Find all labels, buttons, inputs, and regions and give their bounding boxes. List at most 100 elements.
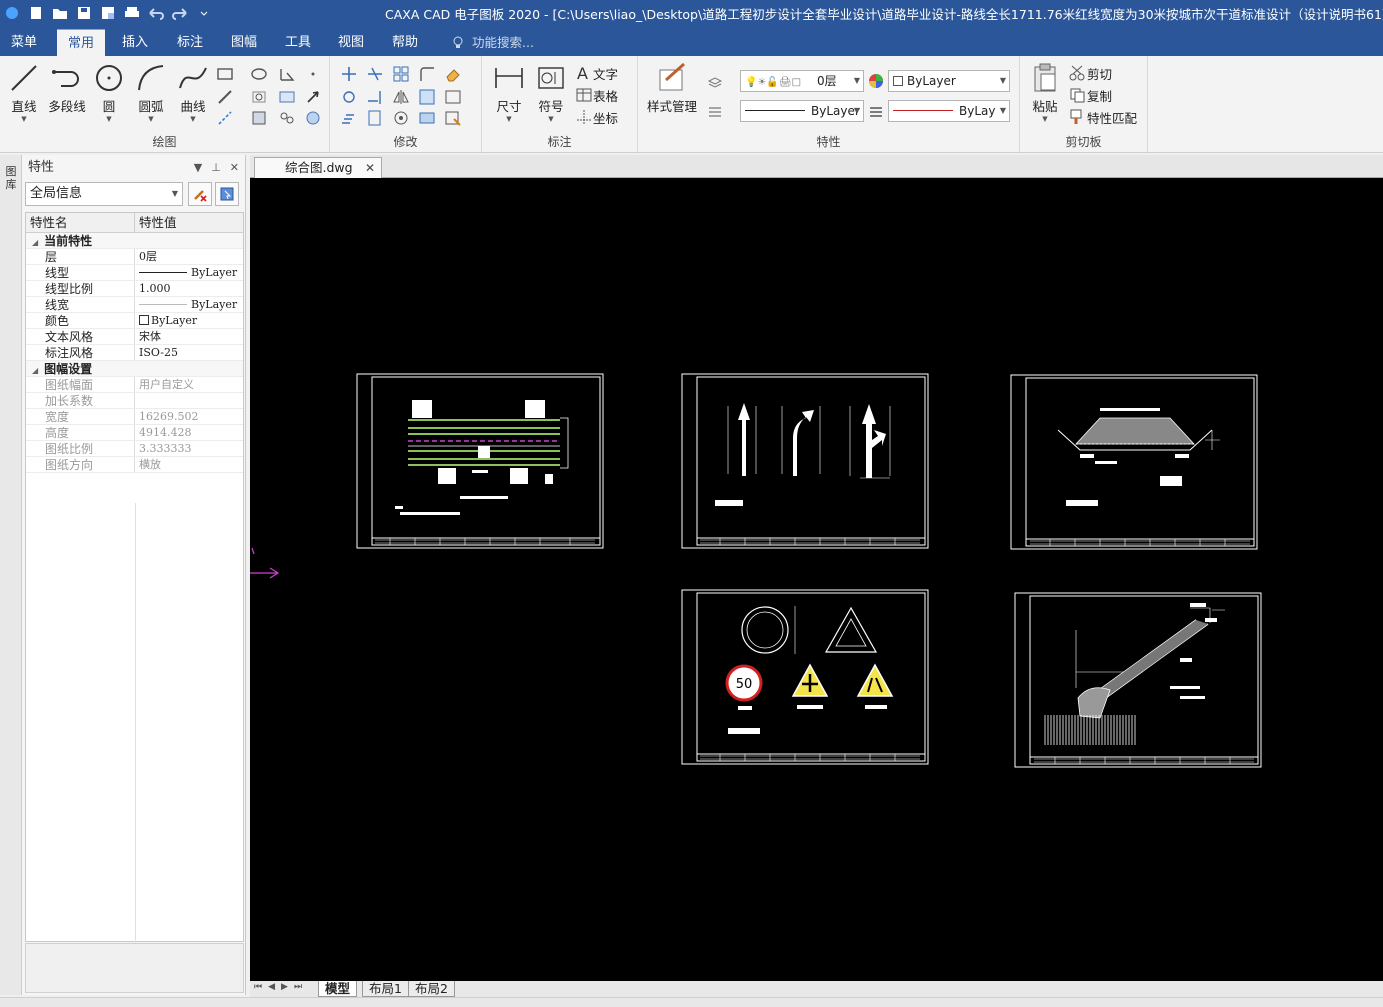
fillet-icon[interactable] [418, 65, 436, 83]
tab-common[interactable]: 常用 [57, 29, 106, 56]
coordinate-icon[interactable] [575, 108, 593, 126]
drawing-sheet-arrow-markings[interactable] [681, 373, 929, 549]
hatch-icon[interactable] [278, 88, 296, 106]
scope-combo[interactable]: 全局信息 ▼ [25, 182, 183, 206]
scissors-icon[interactable] [1068, 64, 1086, 82]
break-icon[interactable] [366, 109, 384, 127]
style-manager-button[interactable]: 样式管理 [644, 62, 700, 115]
library-tab[interactable]: 图库 [3, 165, 19, 191]
ellipse-icon[interactable] [250, 65, 268, 83]
table-button-label[interactable]: 表格 [593, 86, 618, 105]
match-properties-icon[interactable] [1068, 108, 1086, 126]
prop-row[interactable]: 线型比例 1.000 [26, 281, 243, 297]
copy-object-icon[interactable] [340, 109, 358, 127]
mirror-icon[interactable] [392, 88, 410, 106]
drawing-sheet-plan[interactable] [356, 373, 604, 549]
offset-icon[interactable] [418, 109, 436, 127]
prop-row[interactable]: 图纸比例 3.333333 [26, 441, 243, 457]
trim-icon[interactable] [366, 65, 384, 83]
prop-row[interactable]: 宽度 16269.502 [26, 409, 243, 425]
linetype-tools-icon[interactable] [706, 102, 724, 120]
polyline-button[interactable]: 多段线 [44, 62, 90, 115]
color-combo[interactable]: ByLayer ▼ [888, 70, 1010, 92]
print-icon[interactable] [122, 3, 142, 23]
circle-button[interactable]: 圆 ▼ [88, 62, 130, 123]
symbol-button[interactable]: 符号 ▼ [530, 62, 572, 123]
cloud-line-icon[interactable] [278, 109, 296, 127]
leader-arrow-icon[interactable] [304, 88, 322, 106]
category-sheet[interactable]: ◢ 图幅设置 [26, 361, 243, 377]
category-current[interactable]: ◢ 当前特性 [26, 233, 243, 249]
tab-insert[interactable]: 插入 [111, 29, 159, 56]
centerline-icon[interactable] [216, 109, 234, 127]
curve-button[interactable]: 曲线 ▼ [172, 62, 214, 123]
document-tab[interactable]: 综合图.dwg ✕ [254, 157, 382, 178]
explode-icon[interactable] [444, 109, 462, 127]
tab-annotate[interactable]: 标注 [166, 29, 214, 56]
lineweight-combo[interactable]: ByLay ▼ [888, 100, 1010, 122]
scale-icon[interactable] [418, 88, 436, 106]
drawing-sheet-cross-section[interactable] [1010, 374, 1258, 550]
undo-icon[interactable] [146, 3, 166, 23]
prop-row[interactable]: 标注风格 ISO-25 [26, 345, 243, 361]
tab-tools[interactable]: 工具 [274, 29, 322, 56]
array-icon[interactable] [392, 65, 410, 83]
prop-row[interactable]: 线型 ByLayer [26, 265, 243, 281]
line-button[interactable]: 直线 ▼ [3, 62, 45, 123]
table-icon[interactable] [575, 86, 593, 104]
tab-sheet[interactable]: 图幅 [220, 29, 268, 56]
rotate-icon[interactable] [340, 88, 358, 106]
layout-nav-buttons[interactable]: ⏮◀▶⏭ [254, 982, 308, 992]
prop-row[interactable]: 颜色 ByLayer [26, 313, 243, 329]
open-folder-icon[interactable] [50, 3, 70, 23]
layout-tab-model[interactable]: 模型 [318, 981, 358, 997]
close-icon[interactable]: ✕ [230, 155, 239, 181]
layer-combo[interactable]: 💡☀🔓🖨□ 0层 ▼ [740, 70, 864, 92]
model-space[interactable]: 50 [250, 178, 1383, 981]
paste-button[interactable]: 粘贴 ▼ [1024, 62, 1066, 123]
arc-button[interactable]: 圆弧 ▼ [130, 62, 172, 123]
tab-help[interactable]: 帮助 [381, 29, 429, 56]
cut-button-label[interactable]: 剪切 [1087, 64, 1112, 83]
clear-selection-button[interactable] [188, 182, 212, 206]
save-icon[interactable] [74, 3, 94, 23]
rectangle-icon[interactable] [216, 65, 234, 83]
text-icon[interactable]: A [575, 64, 593, 83]
prop-row[interactable]: 图纸幅面 用户自定义 [26, 377, 243, 393]
lineweight-icon[interactable] [867, 102, 885, 120]
tab-menu[interactable]: 菜单 [0, 29, 48, 56]
save-as-icon[interactable] [98, 3, 118, 23]
text-button-label[interactable]: 文字 [593, 64, 618, 83]
dimension-button[interactable]: 尺寸 ▼ [488, 62, 530, 123]
linetype-combo[interactable]: ByLayer ▼ [740, 100, 864, 122]
point-icon[interactable] [304, 65, 322, 83]
copy-icon[interactable] [1068, 86, 1086, 104]
prop-row[interactable]: 层 0层 [26, 249, 243, 265]
drawing-sheet-traffic-signs[interactable]: 50 [681, 589, 929, 765]
panel-menu-icon[interactable]: ▼ [194, 155, 202, 181]
stretch-icon[interactable] [444, 88, 462, 106]
region-icon[interactable] [250, 109, 268, 127]
tab-view[interactable]: 视图 [327, 29, 375, 56]
move-icon[interactable] [340, 65, 358, 83]
coordinate-button-label[interactable]: 坐标 [593, 108, 618, 127]
redo-icon[interactable] [170, 3, 190, 23]
layer-tools-icon[interactable] [706, 72, 724, 90]
polygon-icon[interactable] [278, 65, 296, 83]
drawing-canvas[interactable]: 50 [250, 178, 1383, 981]
layout-tab-2[interactable]: 布局2 [408, 981, 455, 997]
pin-icon[interactable]: ⊥ [211, 155, 221, 181]
prop-row[interactable]: 高度 4914.428 [26, 425, 243, 441]
construction-line-icon[interactable] [216, 88, 234, 106]
copy-button-label[interactable]: 复制 [1087, 86, 1112, 105]
drawing-sheet-slope-detail[interactable] [1014, 592, 1262, 768]
extend-icon[interactable] [366, 88, 384, 106]
chamfer-icon[interactable] [392, 109, 410, 127]
match-properties-label[interactable]: 特性匹配 [1087, 108, 1137, 127]
donut-icon[interactable] [250, 88, 268, 106]
prop-row[interactable]: 线宽 ByLayer [26, 297, 243, 313]
color-wheel-icon[interactable] [867, 72, 885, 90]
close-document-icon[interactable]: ✕ [365, 158, 375, 178]
layout-tab-1[interactable]: 布局1 [362, 981, 409, 997]
customize-toolbar-icon[interactable] [194, 3, 214, 23]
